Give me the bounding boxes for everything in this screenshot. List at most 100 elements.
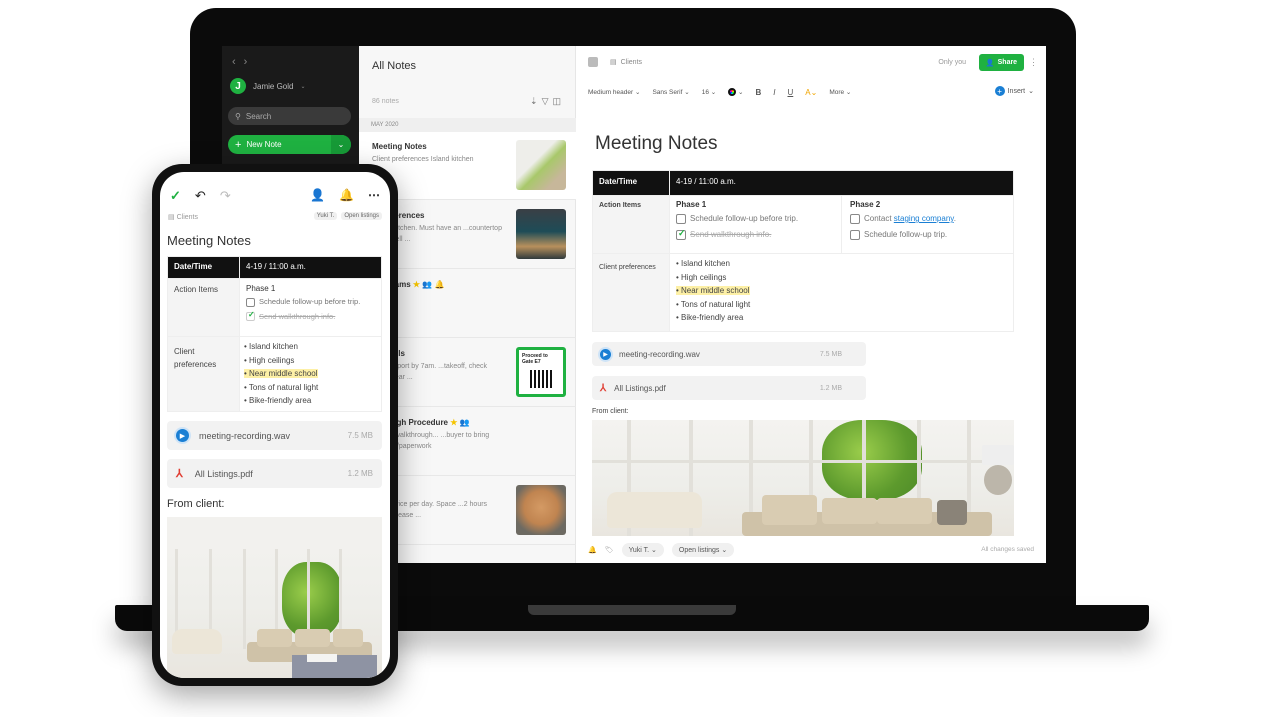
italic-button[interactable]: I [773, 88, 775, 97]
more-options-icon[interactable]: ⋯ [368, 188, 380, 202]
person-icon: 👤 [985, 59, 995, 67]
star-icon: ★ [412, 280, 421, 289]
plus-icon: + [235, 138, 242, 151]
client-preferences-label: Client preferences [167, 336, 240, 412]
tag-chip[interactable]: Open listings [341, 212, 382, 220]
font-size-dropdown[interactable]: 16 ⌄ [702, 88, 717, 96]
chevron-down-icon: ⌄ [300, 83, 306, 90]
notebook-breadcrumb[interactable]: Clients [621, 59, 642, 66]
shared-icon: 👥 [459, 418, 470, 427]
new-note-options-chevron-icon[interactable]: ⌄ [331, 135, 351, 154]
note-title: Meeting Notes [372, 142, 427, 151]
plus-icon: + [994, 86, 1005, 96]
user-name: Jamie Gold [253, 81, 294, 91]
preferences-list[interactable]: • Island kitchen • High ceilings • Near … [669, 253, 1014, 332]
checklist-item[interactable]: Schedule follow-up trip. [850, 230, 1005, 240]
attachment-pdf[interactable]: ⅄ All Listings.pdf 1.2 MB [167, 459, 382, 488]
checkbox-unchecked-icon [676, 214, 686, 224]
checklist-item[interactable]: Schedule follow-up before trip. [246, 297, 375, 307]
visibility-label: Only you [938, 59, 966, 66]
checklist-item[interactable]: Send walkthrough info. [246, 310, 375, 322]
living-room-photo[interactable] [592, 420, 1014, 536]
add-tag-icon[interactable]: 🏷 [605, 546, 614, 554]
save-status: All changes saved [981, 546, 1034, 553]
share-button[interactable]: 👤 Share [979, 54, 1024, 71]
checklist-item[interactable]: Send walkthrough info. [676, 228, 835, 240]
view-options-icon[interactable]: ◫ [552, 96, 565, 106]
notebook-icon: ▤ [610, 59, 617, 66]
datetime-value[interactable]: 4-19 / 11:00 a.m. [239, 256, 382, 279]
phone-tags: Yuki T. Open listings [313, 212, 382, 220]
back-icon[interactable]: ‹ [232, 56, 244, 68]
editor-footer: 🔔 🏷 Yuki T. ⌄ Open listings ⌄ All change… [576, 536, 1046, 563]
phone-note-title[interactable]: Meeting Notes [167, 233, 251, 248]
filter-icon[interactable]: ▽ [542, 96, 553, 106]
search-icon: ⚲ [235, 111, 241, 121]
attachment-pdf[interactable]: ⅄ All Listings.pdf 1.2 MB [592, 376, 866, 400]
phone-frame: ✓ ↶ ↷ 👤 🔔 ⋯ ▤ Clients Yuki T. Open listi… [152, 164, 398, 686]
expand-icon[interactable] [588, 57, 598, 67]
underline-button[interactable]: U [787, 88, 793, 97]
from-client-label: From client: [167, 498, 225, 510]
checkbox-unchecked-icon [850, 214, 860, 224]
phone-meeting-table: Date/Time 4-19 / 11:00 a.m. Action Items… [167, 256, 382, 412]
tag-open-listings[interactable]: Open listings ⌄ [671, 542, 735, 557]
undo-icon[interactable]: ↶ [195, 188, 206, 204]
pdf-icon: ⅄ [176, 468, 183, 480]
living-room-photo[interactable] [167, 517, 382, 678]
checklist-item[interactable]: Contact staging company. [850, 214, 1005, 224]
color-wheel-icon [728, 88, 737, 97]
preferences-list[interactable]: • Island kitchen • High ceilings • Near … [239, 336, 382, 412]
share-person-icon[interactable]: 👤 [310, 188, 325, 202]
search-placeholder: Search [245, 111, 272, 121]
done-check-icon[interactable]: ✓ [170, 188, 181, 204]
laptop-notch [528, 605, 736, 615]
reminder-icon[interactable]: 🔔 [588, 546, 597, 554]
redo-icon[interactable]: ↷ [220, 188, 231, 204]
attachment-name: meeting-recording.wav [619, 349, 700, 359]
highlight-button[interactable]: A⌄ [805, 88, 817, 97]
play-icon: ▶ [600, 348, 611, 360]
datetime-value[interactable]: 4-19 / 11:00 a.m. [669, 170, 1014, 196]
dog-thumbnail [516, 485, 566, 535]
more-options-icon[interactable]: ⋮ [1029, 57, 1038, 68]
meeting-table: Date/Time 4-19 / 11:00 a.m. Action Items… [592, 170, 1014, 332]
phase2-cell: Phase 2 Contact staging company. Schedul… [841, 195, 1014, 254]
note-thumbnail [516, 140, 566, 190]
bold-button[interactable]: B [755, 88, 761, 97]
from-client-label: From client: [592, 408, 629, 415]
attachment-audio[interactable]: ▶ meeting-recording.wav 7.5 MB [167, 421, 382, 450]
text-color-dropdown[interactable]: ⌄ [728, 88, 743, 97]
search-input[interactable]: ⚲ Search [228, 107, 351, 125]
note-editor: ▤ Clients Only you 👤 Share ⋮ Medium heade… [576, 46, 1046, 563]
checkbox-unchecked-icon [850, 230, 860, 240]
avatar: J [230, 78, 246, 94]
account-switcher[interactable]: J Jamie Gold ⌄ [230, 78, 306, 94]
insert-button[interactable]: + Insert ⌄ [994, 86, 1034, 96]
new-note-button[interactable]: + New Note ⌄ [228, 135, 351, 154]
action-items-label: Action Items [167, 278, 240, 337]
checkbox-checked-icon [676, 228, 686, 240]
star-icon: ★ [450, 418, 458, 427]
sort-icon[interactable]: ⇣ [530, 96, 542, 106]
new-note-label: New Note [246, 140, 282, 149]
checklist-item[interactable]: Schedule follow-up before trip. [676, 214, 835, 224]
phone-app-screen: ✓ ↶ ↷ 👤 🔔 ⋯ ▤ Clients Yuki T. Open listi… [160, 172, 390, 678]
more-dropdown[interactable]: More ⌄ [829, 88, 851, 96]
forward-icon[interactable]: › [244, 56, 256, 68]
reminder-icon[interactable]: 🔔 [339, 188, 354, 202]
formatting-toolbar: Medium header ⌄ Sans Serif ⌄ 16 ⌄ ⌄ B I … [576, 82, 1046, 102]
notebook-icon: ▤ [168, 214, 175, 221]
font-dropdown[interactable]: Sans Serif ⌄ [652, 88, 689, 96]
style-dropdown[interactable]: Medium header ⌄ [588, 88, 640, 96]
phone-breadcrumb[interactable]: ▤ Clients [168, 213, 198, 221]
checkbox-unchecked-icon [246, 297, 255, 307]
phone-toolbar-right: 👤 🔔 ⋯ [310, 188, 380, 202]
note-title[interactable]: Meeting Notes [595, 133, 718, 155]
staging-company-link[interactable]: staging company [894, 214, 954, 223]
tag-chip[interactable]: Yuki T. [313, 212, 338, 220]
client-preferences-label: Client preferences [592, 253, 670, 332]
attachment-audio[interactable]: ▶ meeting-recording.wav 7.5 MB [592, 342, 866, 366]
tag-yuki[interactable]: Yuki T. ⌄ [621, 542, 664, 557]
attachment-size: 1.2 MB [819, 384, 842, 392]
